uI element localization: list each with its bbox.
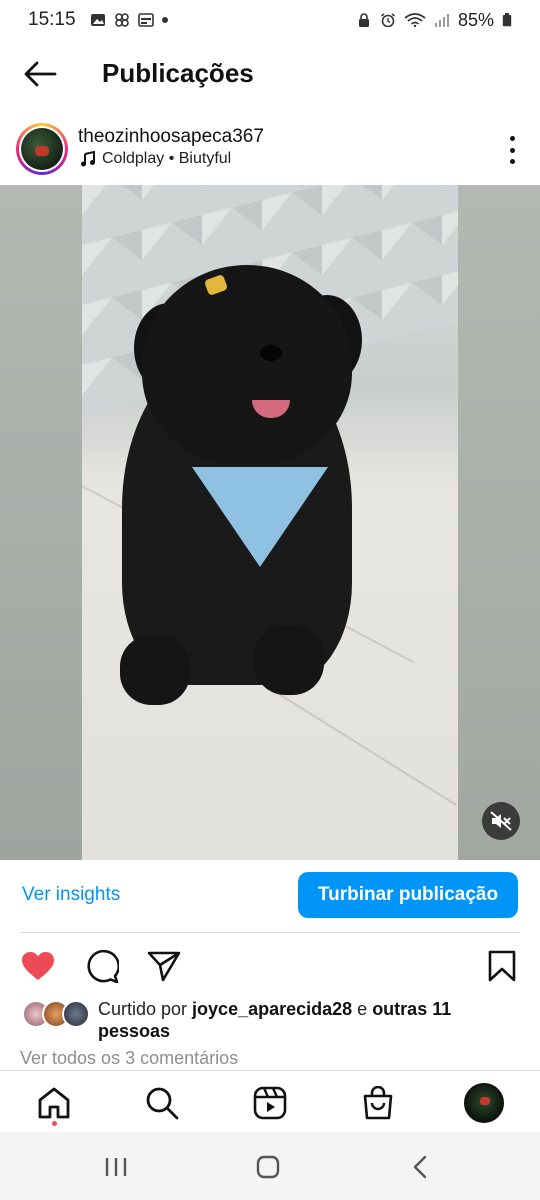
alarm-icon — [380, 13, 395, 27]
paper-plane-icon — [147, 951, 181, 982]
speaker-muted-icon — [490, 811, 512, 831]
bandana — [192, 467, 328, 567]
status-time: 15:15 — [28, 9, 76, 30]
battery-icon — [502, 13, 512, 27]
divider — [20, 932, 520, 933]
liker-avatars — [22, 1000, 92, 1028]
home-square-icon — [256, 1155, 280, 1179]
shopping-bag-icon — [363, 1086, 393, 1120]
status-right: 85% — [356, 10, 512, 31]
likes-prefix: Curtido por — [98, 999, 193, 1019]
share-button[interactable] — [146, 948, 182, 984]
more-vertical-icon — [509, 136, 515, 141]
likes-text: Curtido por joyce_aparecida28 e outras 1… — [98, 998, 508, 1042]
likes-connector: e — [352, 999, 373, 1019]
comment-button[interactable] — [84, 948, 120, 984]
post-header: theozinhoosapeca367 Coldplay • Biutyful — [0, 118, 540, 182]
reels-icon — [253, 1086, 287, 1120]
liker-avatar — [62, 1000, 90, 1028]
home-icon — [38, 1087, 70, 1119]
calendar-icon — [137, 13, 154, 27]
recent-apps-button[interactable] — [102, 1154, 130, 1180]
signal-icon — [434, 14, 449, 27]
pinwheel-icon — [114, 13, 129, 27]
nav-search[interactable] — [142, 1083, 182, 1123]
recent-apps-icon — [105, 1158, 127, 1176]
media-blur-left — [0, 185, 82, 860]
music-link[interactable]: Coldplay • Biutyful — [80, 150, 231, 168]
search-icon — [146, 1087, 179, 1120]
music-note-icon — [81, 151, 95, 167]
system-nav-bar — [0, 1132, 540, 1200]
bookmark-icon — [488, 950, 516, 982]
dog-head — [142, 265, 352, 465]
wifi-icon — [404, 13, 426, 27]
dog-paw — [254, 625, 324, 695]
status-left: 15:15 — [28, 9, 168, 31]
avatar-border — [19, 126, 65, 172]
music-label: Coldplay • Biutyful — [102, 150, 232, 167]
view-insights-link[interactable]: Ver insights — [22, 884, 120, 906]
profile-avatar — [464, 1083, 504, 1123]
boost-post-button[interactable]: Turbinar publicação — [298, 872, 518, 918]
status-bar: 15:15 85% — [0, 0, 540, 40]
media-blur-right — [458, 185, 540, 860]
more-dot — [509, 159, 515, 164]
post-photo — [82, 185, 458, 860]
arrow-left-icon — [24, 61, 57, 87]
story-avatar[interactable] — [16, 123, 68, 175]
notification-dot — [161, 17, 168, 23]
save-button[interactable] — [484, 948, 520, 984]
more-dot — [509, 147, 515, 153]
home-system-button[interactable] — [254, 1154, 282, 1180]
back-button[interactable] — [20, 58, 60, 90]
post-actions — [0, 944, 540, 988]
comment-icon — [87, 949, 119, 983]
insights-row: Ver insights Turbinar publicação — [0, 860, 540, 934]
dog-paw — [120, 635, 190, 705]
home-notification-dot — [52, 1121, 57, 1126]
bottom-nav — [0, 1070, 540, 1132]
battery-percent: 85% — [457, 9, 494, 30]
like-button[interactable] — [20, 948, 56, 984]
likes-summary[interactable]: Curtido por joyce_aparecida28 e outras 1… — [20, 996, 520, 1046]
more-options-button[interactable] — [504, 136, 520, 164]
nav-home[interactable] — [34, 1083, 74, 1123]
back-system-button[interactable] — [406, 1154, 434, 1180]
gallery-icon — [90, 14, 105, 26]
post-media[interactable] — [0, 185, 540, 860]
liker-username[interactable]: joyce_aparecida28 — [192, 999, 352, 1019]
nav-profile[interactable] — [464, 1083, 504, 1123]
chevron-left-icon — [413, 1155, 427, 1179]
post-username[interactable]: theozinhoosapeca367 — [78, 126, 264, 148]
top-header: Publicações — [0, 44, 540, 104]
heart-filled-icon — [22, 952, 54, 980]
page-title: Publicações — [102, 58, 254, 88]
avatar — [21, 128, 63, 170]
lock-icon — [358, 13, 369, 27]
nav-shop[interactable] — [358, 1083, 398, 1123]
mute-button[interactable] — [482, 802, 520, 840]
view-comments-link[interactable]: Ver todos os 3 comentários — [20, 1048, 238, 1069]
dog-nose — [260, 345, 282, 361]
nav-reels[interactable] — [250, 1083, 290, 1123]
